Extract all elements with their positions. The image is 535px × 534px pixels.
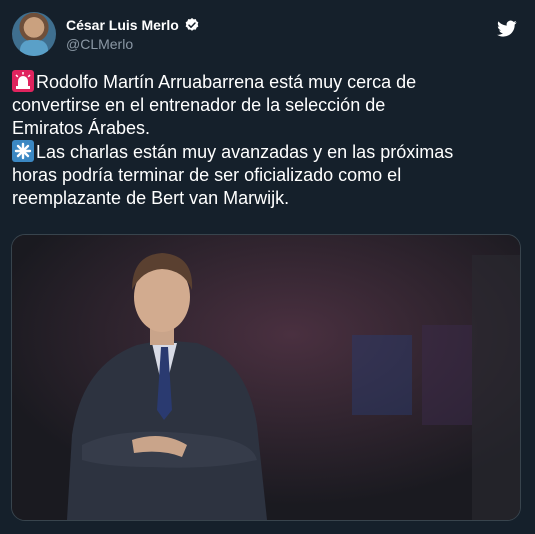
tweet-line: reemplazante de Bert van Marwijk. [12, 187, 524, 210]
tweet-line-text: Emiratos Árabes. [12, 118, 151, 138]
user-handle[interactable]: @CLMerlo [66, 35, 133, 53]
tweet-header: César Luis Merlo @CLMerlo [12, 12, 523, 58]
tweet-line: Emiratos Árabes. [12, 117, 524, 140]
tweet-line-text: horas podría terminar de ser oficializad… [12, 165, 402, 185]
verified-badge-icon [184, 17, 200, 33]
tweet-line-text: convertirse en el entrenador de la selec… [12, 95, 386, 115]
tweet-line: Las charlas están muy avanzadas y en las… [12, 140, 524, 164]
eight-spoked-asterisk-emoji [12, 140, 34, 162]
tweet-line-text: Rodolfo Martín Arruabarrena está muy cer… [36, 72, 417, 92]
display-name[interactable]: César Luis Merlo [66, 16, 179, 34]
tweet-line-text: Las charlas están muy avanzadas y en las… [36, 142, 454, 162]
siren-emoji [12, 70, 34, 92]
tweet-text: Rodolfo Martín Arruabarrena está muy cer… [12, 70, 524, 210]
tweet-line-text: reemplazante de Bert van Marwijk. [12, 188, 290, 208]
tweet-media-photo[interactable] [11, 234, 521, 521]
name-row: César Luis Merlo [66, 16, 200, 34]
twitter-logo-icon[interactable] [497, 18, 517, 38]
avatar[interactable] [12, 12, 56, 56]
tweet-line: horas podría terminar de ser oficializad… [12, 164, 524, 187]
tweet-line: Rodolfo Martín Arruabarrena está muy cer… [12, 70, 524, 94]
tweet-line: convertirse en el entrenador de la selec… [12, 94, 524, 117]
